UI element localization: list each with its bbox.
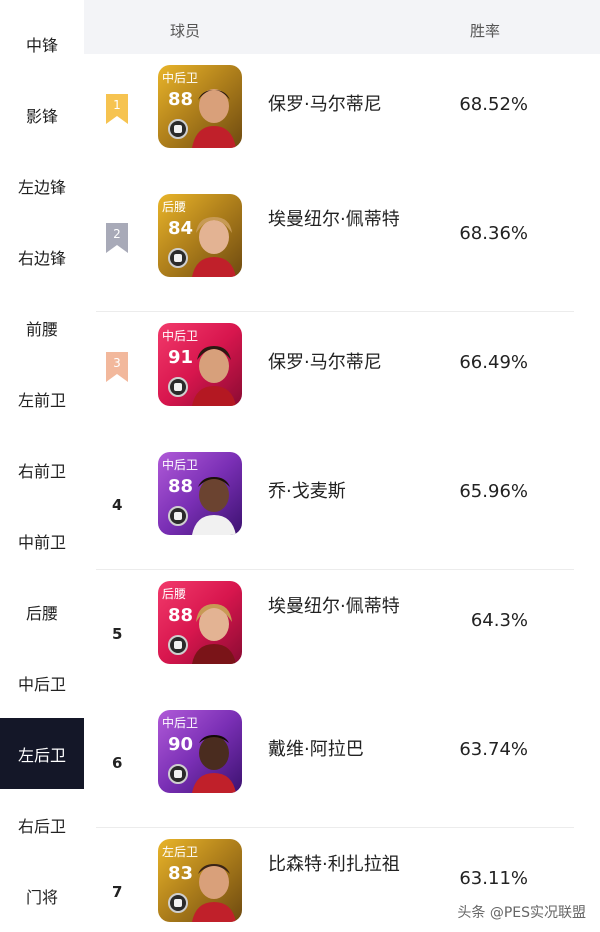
player-portrait-icon — [192, 735, 236, 793]
player-card[interactable]: 中后卫 91 — [158, 323, 242, 406]
table-row[interactable]: 3 中后卫 91 保罗·马尔蒂尼 66.49% — [84, 312, 600, 441]
player-card[interactable]: 后腰 84 — [158, 194, 242, 277]
player-card[interactable]: 中后卫 88 — [158, 452, 242, 535]
player-portrait-icon — [192, 604, 236, 664]
sidebar-item-cb[interactable]: 中后卫 — [0, 647, 84, 718]
player-portrait-icon — [192, 89, 236, 148]
rank-number: 5 — [112, 625, 123, 643]
player-portrait-icon — [192, 477, 236, 535]
sidebar-item-lmf[interactable]: 左前卫 — [0, 363, 84, 434]
player-card[interactable]: 中后卫 88 — [158, 65, 242, 148]
club-emblem-icon — [168, 764, 188, 784]
table-row[interactable]: 5 后腰 88 埃曼纽尔·佩蒂特 64.3% — [84, 570, 600, 699]
rank-badge-bronze: 3 — [106, 352, 128, 382]
rank-number: 1 — [113, 98, 121, 112]
player-portrait-icon — [192, 864, 236, 922]
club-emblem-icon — [168, 119, 188, 139]
win-rate: 68.36% — [459, 223, 528, 244]
win-rate: 63.11% — [459, 868, 528, 889]
player-name: 戴维·阿拉巴 — [268, 739, 364, 760]
rank-badge-gold: 1 — [106, 94, 128, 124]
sidebar-item-ss[interactable]: 影锋 — [0, 79, 84, 150]
table-header: 球员 胜率 — [84, 0, 600, 54]
player-portrait-icon — [192, 217, 236, 277]
player-name: 保罗·马尔蒂尼 — [268, 352, 382, 373]
card-position: 后腰 — [162, 200, 187, 214]
rank-number: 4 — [112, 496, 123, 514]
header-player: 球员 — [170, 22, 201, 40]
win-rate: 63.74% — [459, 739, 528, 760]
player-name: 比森特·利扎拉祖 — [268, 854, 400, 875]
win-rate: 64.3% — [470, 610, 528, 631]
watermark: 头条 @PES实况联盟 — [457, 905, 586, 921]
player-name: 乔·戈麦斯 — [268, 481, 346, 502]
club-emblem-icon — [168, 635, 188, 655]
header-win-rate[interactable]: 胜率 — [470, 20, 500, 41]
rank-number: 3 — [113, 356, 121, 370]
win-rate: 68.52% — [459, 94, 528, 115]
sidebar-item-cf[interactable]: 中锋 — [0, 8, 84, 79]
win-rate: 66.49% — [459, 352, 528, 373]
table-row[interactable]: 6 中后卫 90 戴维·阿拉巴 63.74% — [84, 699, 600, 828]
rank-number: 7 — [112, 883, 123, 901]
card-position: 后腰 — [162, 587, 187, 601]
player-portrait-icon — [192, 346, 236, 406]
club-emblem-icon — [168, 893, 188, 913]
club-emblem-icon — [168, 506, 188, 526]
sidebar-item-rb[interactable]: 右后卫 — [0, 789, 84, 860]
position-sidebar: 中锋 影锋 左边锋 右边锋 前腰 左前卫 右前卫 中前卫 后腰 中后卫 左后卫 … — [0, 0, 84, 932]
table-row[interactable]: 1 中后卫 88 保罗·马尔蒂尼 68.52% — [84, 54, 600, 183]
sidebar-item-gk[interactable]: 门将 — [0, 860, 84, 931]
table-row[interactable]: 4 中后卫 88 乔·戈麦斯 65.96% — [84, 441, 600, 570]
club-emblem-icon — [168, 248, 188, 268]
player-card[interactable]: 后腰 88 — [158, 581, 242, 664]
sidebar-item-dmf[interactable]: 后腰 — [0, 576, 84, 647]
sidebar-item-rmf[interactable]: 右前卫 — [0, 434, 84, 505]
sidebar-item-rwf[interactable]: 右边锋 — [0, 221, 84, 292]
player-name: 保罗·马尔蒂尼 — [268, 94, 382, 115]
player-name: 埃曼纽尔·佩蒂特 — [268, 209, 400, 230]
sidebar-item-lb[interactable]: 左后卫 — [0, 718, 84, 789]
rank-number: 6 — [112, 754, 123, 772]
sidebar-item-lwf[interactable]: 左边锋 — [0, 150, 84, 221]
club-emblem-icon — [168, 377, 188, 397]
table-row[interactable]: 2 后腰 84 埃曼纽尔·佩蒂特 68.36% — [84, 183, 600, 312]
rank-number: 2 — [113, 227, 121, 241]
sidebar-item-amf[interactable]: 前腰 — [0, 292, 84, 363]
rank-badge-silver: 2 — [106, 223, 128, 253]
player-name: 埃曼纽尔·佩蒂特 — [268, 596, 400, 617]
win-rate: 65.96% — [459, 481, 528, 502]
ranking-panel: 球员 胜率 1 中后卫 88 保罗·马尔蒂尼 68.52% 2 后腰 84 埃曼… — [84, 0, 600, 932]
player-card[interactable]: 左后卫 83 — [158, 839, 242, 922]
player-card[interactable]: 中后卫 90 — [158, 710, 242, 793]
sidebar-item-cmf[interactable]: 中前卫 — [0, 505, 84, 576]
